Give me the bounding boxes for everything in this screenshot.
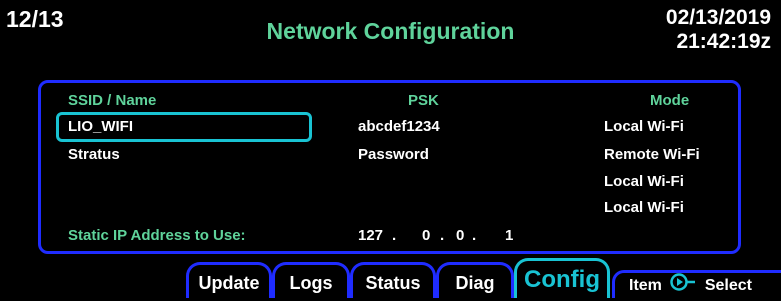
mode-field-3[interactable]: Local Wi-Fi <box>604 173 684 190</box>
time-label: 21:42:19z <box>676 30 771 53</box>
psk-field-2[interactable]: Password <box>358 146 429 163</box>
tab-diag[interactable]: Diag <box>436 262 514 298</box>
ip-dot-1: . <box>392 227 397 244</box>
mode-column-header: Mode <box>650 92 690 109</box>
ip-octet-1[interactable]: 127 <box>358 227 383 244</box>
softkey-suffix: Select <box>704 277 752 295</box>
ip-octet-4[interactable]: 1 <box>505 227 513 244</box>
mode-field-2[interactable]: Remote Wi-Fi <box>604 146 700 163</box>
tab-config[interactable]: Config <box>514 258 610 298</box>
item-select-softkey[interactable]: Item Select <box>612 270 781 298</box>
tab-logs[interactable]: Logs <box>272 262 350 298</box>
ip-dot-2: . <box>440 227 445 244</box>
date-time: 02/13/2019 21:42:19z <box>666 6 771 54</box>
ssid-column-header: SSID / Name <box>68 92 157 109</box>
mode-field-4[interactable]: Local Wi-Fi <box>604 199 684 216</box>
psk-field-1[interactable]: abcdef1234 <box>358 118 440 135</box>
page-title: Network Configuration <box>266 18 515 44</box>
tab-update[interactable]: Update <box>186 262 272 298</box>
ip-dot-3: . <box>472 227 477 244</box>
knob-icon <box>670 273 696 299</box>
static-ip-label: Static IP Address to Use: <box>68 227 246 244</box>
ip-octet-2[interactable]: 0 <box>422 227 430 244</box>
ssid-field-2[interactable]: Stratus <box>68 146 120 163</box>
top-bar: 12/13 Network Configuration 02/13/2019 2… <box>0 0 781 72</box>
ip-octet-3[interactable]: 0 <box>456 227 464 244</box>
mode-field-1[interactable]: Local Wi-Fi <box>604 118 684 135</box>
tab-status[interactable]: Status <box>350 262 436 298</box>
softkey-prefix: Item <box>629 277 662 295</box>
date-label: 02/13/2019 <box>665 6 771 29</box>
psk-column-header: PSK <box>408 92 439 109</box>
ssid-field-1[interactable]: LIO_WIFI <box>68 118 133 135</box>
